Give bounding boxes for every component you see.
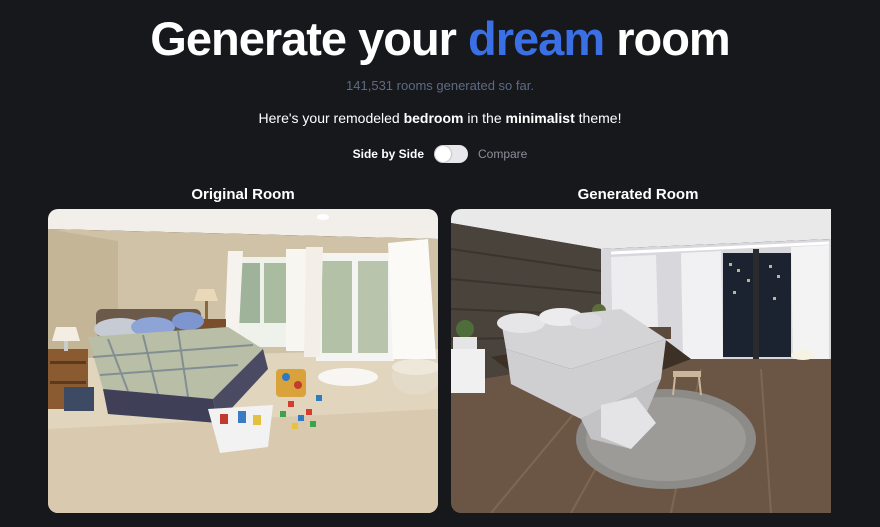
rooms-generated-counter: 141,531 rooms generated so far. [346, 78, 534, 93]
generated-room-title: Generated Room [577, 186, 699, 203]
summary-room-type: bedroom [403, 110, 464, 126]
view-mode-toggle-row: Side by Side Compare [0, 145, 880, 163]
side-by-side-label[interactable]: Side by Side [353, 147, 424, 161]
original-room-image[interactable] [48, 209, 438, 513]
headline-text-start: Generate your [150, 12, 457, 65]
view-mode-toggle[interactable] [434, 145, 468, 163]
result-summary: Here's your remodeled bedroom in the min… [0, 110, 880, 126]
generated-room-image[interactable] [451, 209, 841, 513]
original-room-title: Original Room [191, 186, 295, 203]
summary-theme: minimalist [505, 110, 575, 126]
headline-accent-word: dream [468, 12, 605, 65]
toggle-knob [435, 146, 451, 162]
summary-prefix: Here's your remodeled [258, 110, 400, 126]
compare-label[interactable]: Compare [478, 147, 527, 161]
summary-suffix: theme! [578, 110, 622, 126]
page-headline: Generate your dream room [0, 12, 880, 66]
summary-middle: in the [467, 110, 502, 126]
headline-text-end: room [616, 12, 730, 65]
